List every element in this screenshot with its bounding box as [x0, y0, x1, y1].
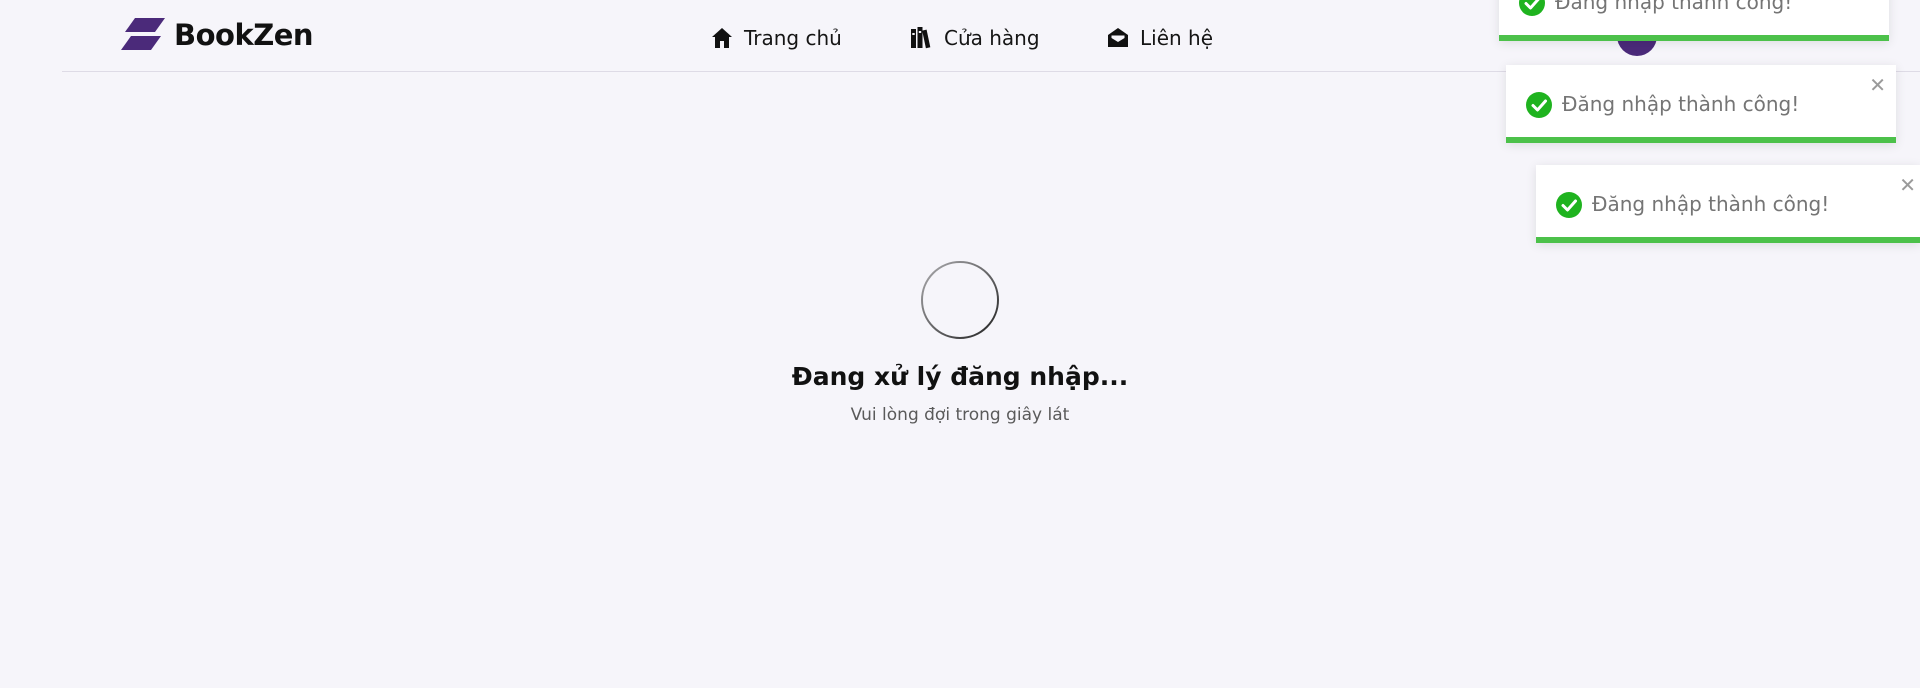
check-circle-icon [1556, 192, 1582, 218]
bookzen-logo-icon [121, 18, 165, 50]
check-circle-icon [1519, 0, 1545, 16]
loading-spinner [921, 261, 999, 339]
toast-notification: Đăng nhập thành công! ✕ [1536, 165, 1920, 243]
loading-subtitle: Vui lòng đợi trong giây lát [850, 405, 1070, 425]
nav-item-shop[interactable]: Cửa hàng [910, 26, 1040, 50]
nav-item-home-label: Trang chủ [744, 26, 842, 50]
close-icon[interactable]: ✕ [1899, 173, 1916, 197]
nav-item-home[interactable]: Trang chủ [710, 26, 842, 50]
check-circle-icon [1526, 92, 1552, 118]
nav-item-contact[interactable]: Liên hệ [1106, 26, 1213, 50]
toast-notification: Đăng nhập thành công! [1499, 0, 1889, 41]
envelope-open-icon [1108, 28, 1128, 47]
books-icon [911, 27, 931, 49]
toast-message: Đăng nhập thành công! [1592, 192, 1830, 216]
toast-message: Đăng nhập thành công! [1562, 92, 1800, 116]
nav-item-contact-label: Liên hệ [1140, 26, 1214, 50]
toast-notification: Đăng nhập thành công! ✕ [1506, 65, 1896, 143]
brand-name: BookZen [174, 18, 314, 52]
nav-item-shop-label: Cửa hàng [944, 26, 1040, 50]
brand-logo[interactable]: BookZen [121, 18, 314, 52]
toast-message: Đăng nhập thành công! [1555, 0, 1793, 14]
loading-title: Đang xử lý đăng nhập... [791, 362, 1129, 391]
close-icon[interactable]: ✕ [1869, 73, 1886, 97]
home-icon [712, 28, 732, 48]
